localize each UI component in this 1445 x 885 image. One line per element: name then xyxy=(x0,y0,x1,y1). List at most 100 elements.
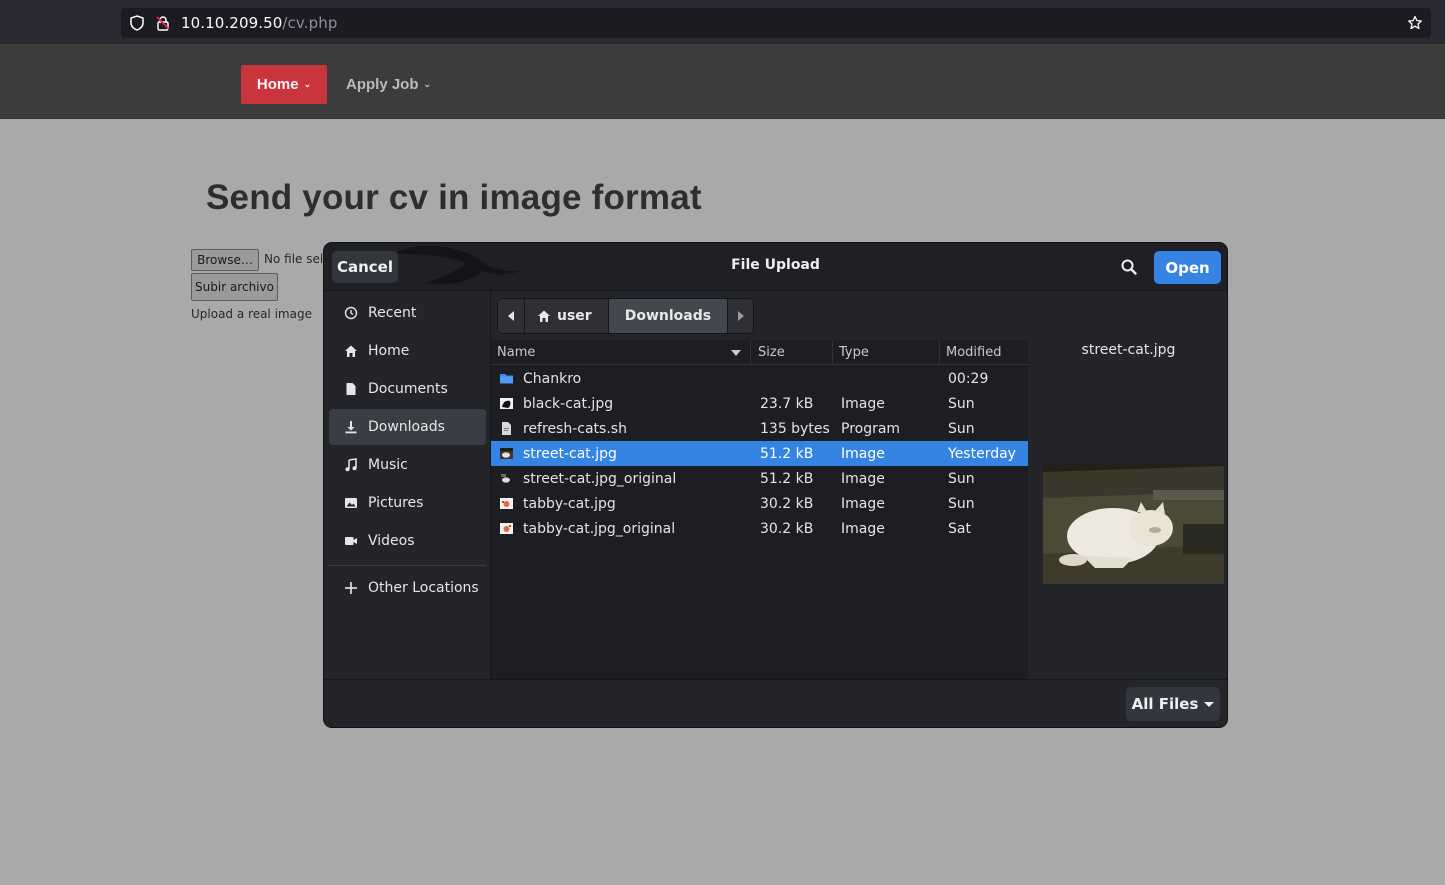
document-icon xyxy=(344,382,358,396)
file-modified: Sun xyxy=(948,495,975,512)
caret-down-icon xyxy=(1204,701,1215,707)
file-modified: 00:29 xyxy=(948,370,989,387)
file-name: street-cat.jpg xyxy=(523,445,617,462)
column-header-modified[interactable]: Modified xyxy=(946,340,1002,365)
sidebar-item-label: Downloads xyxy=(368,419,445,435)
sidebar-item-recent[interactable]: Recent xyxy=(329,295,486,331)
path-segment-downloads[interactable]: Downloads xyxy=(607,299,728,333)
image-thumb-icon xyxy=(499,471,514,486)
preview-pane: street-cat.jpg xyxy=(1028,340,1227,679)
sidebar-item-videos[interactable]: Videos xyxy=(329,523,486,559)
column-divider xyxy=(939,340,940,365)
column-divider xyxy=(750,340,751,365)
chevron-right-icon xyxy=(737,311,744,321)
sort-descending-icon[interactable] xyxy=(731,349,741,357)
sidebar-item-downloads[interactable]: Downloads xyxy=(329,409,486,445)
dialog-footer: All Files xyxy=(324,679,1227,727)
url-bar[interactable]: 10.10.209.50/cv.php xyxy=(121,8,1431,38)
file-row-black-cat[interactable]: black-cat.jpg 23.7 kB Image Sun xyxy=(491,391,1028,416)
column-header-size[interactable]: Size xyxy=(758,340,785,365)
sidebar-item-label: Videos xyxy=(368,533,415,549)
sidebar-item-pictures[interactable]: Pictures xyxy=(329,485,486,521)
search-icon[interactable] xyxy=(1117,255,1141,279)
chevron-left-icon xyxy=(508,311,514,321)
file-size: 23.7 kB xyxy=(760,395,814,412)
file-type: Image xyxy=(841,470,885,487)
sidebar-item-other-locations[interactable]: Other Locations xyxy=(329,570,486,606)
site-navbar: Home ⌄ Apply Job ⌄ xyxy=(0,44,1445,119)
nav-apply-job-dropdown[interactable]: Apply Job ⌄ xyxy=(346,65,431,104)
image-thumb-icon xyxy=(499,496,514,511)
path-back-arrow[interactable] xyxy=(498,299,524,333)
file-type: Program xyxy=(841,420,901,437)
chevron-down-icon: ⌄ xyxy=(303,79,312,89)
bookmark-star-icon[interactable] xyxy=(1407,15,1423,31)
folder-icon xyxy=(499,371,514,386)
dialog-title: File Upload xyxy=(731,257,820,273)
sidebar-item-music[interactable]: Music xyxy=(329,447,486,483)
file-name: refresh-cats.sh xyxy=(523,420,627,437)
file-upload-dialog: Cancel File Upload Open Recent Home Docu… xyxy=(323,242,1228,728)
clock-icon xyxy=(344,306,358,320)
sidebar-item-label: Documents xyxy=(368,381,448,397)
insecure-lock-icon[interactable] xyxy=(155,15,171,31)
sidebar-item-label: Other Locations xyxy=(368,580,479,596)
file-row-tabby-cat-original[interactable]: tabby-cat.jpg_original 30.2 kB Image Sat xyxy=(491,516,1028,541)
video-icon xyxy=(344,534,358,548)
file-name: street-cat.jpg_original xyxy=(523,470,677,487)
open-button[interactable]: Open xyxy=(1154,251,1221,284)
file-row-chankro[interactable]: Chankro 00:29 xyxy=(491,366,1028,391)
column-divider xyxy=(832,340,833,365)
music-icon xyxy=(344,458,358,472)
file-size: 135 bytes xyxy=(760,420,830,437)
file-row-tabby-cat[interactable]: tabby-cat.jpg 30.2 kB Image Sun xyxy=(491,491,1028,516)
upload-hint: Upload a real image xyxy=(191,307,312,321)
chevron-down-icon: ⌄ xyxy=(423,79,432,89)
file-filter-label: All Files xyxy=(1131,695,1199,713)
image-thumb-icon xyxy=(499,521,514,536)
url-host: 10.10.209.50 xyxy=(181,14,283,32)
script-file-icon xyxy=(499,421,514,436)
sidebar-item-label: Pictures xyxy=(368,495,424,511)
picture-icon xyxy=(344,496,358,510)
sidebar-item-home[interactable]: Home xyxy=(329,333,486,369)
path-bar: user Downloads xyxy=(497,298,755,334)
file-name: Chankro xyxy=(523,370,582,387)
page-title: Send your cv in image format xyxy=(206,178,702,217)
file-modified: Yesterday xyxy=(948,445,1016,462)
file-size: 30.2 kB xyxy=(760,520,814,537)
url-text[interactable]: 10.10.209.50/cv.php xyxy=(181,14,337,32)
file-size: 51.2 kB xyxy=(760,445,814,462)
column-header-type[interactable]: Type xyxy=(839,340,869,365)
url-path: /cv.php xyxy=(282,14,338,32)
browser-toolbar: 10.10.209.50/cv.php xyxy=(0,0,1445,44)
path-segment-label: Downloads xyxy=(624,308,712,324)
path-segment-label: user xyxy=(557,308,592,324)
no-file-label: No file selected. xyxy=(264,252,324,266)
file-modified: Sun xyxy=(948,420,975,437)
sidebar-item-documents[interactable]: Documents xyxy=(329,371,486,407)
file-list[interactable]: Name Size Type Modified Chankro 00:29 bl… xyxy=(491,340,1028,679)
home-icon xyxy=(344,344,358,358)
places-sidebar: Recent Home Documents Downloads Music Pi… xyxy=(324,291,491,679)
file-modified: Sun xyxy=(948,395,975,412)
shield-icon[interactable] xyxy=(129,15,145,31)
sidebar-item-label: Music xyxy=(368,457,408,473)
submit-upload-button[interactable]: Subir archivo xyxy=(191,273,278,301)
column-header-name[interactable]: Name xyxy=(497,340,536,365)
nav-home-dropdown[interactable]: Home ⌄ xyxy=(241,65,327,104)
file-row-refresh-cats[interactable]: refresh-cats.sh 135 bytes Program Sun xyxy=(491,416,1028,441)
file-row-street-cat-original[interactable]: street-cat.jpg_original 51.2 kB Image Su… xyxy=(491,466,1028,491)
cat-preview-image xyxy=(1043,464,1224,584)
path-segment-user[interactable]: user xyxy=(524,299,608,333)
download-icon xyxy=(344,420,358,434)
file-size: 51.2 kB xyxy=(760,470,814,487)
preview-filename: street-cat.jpg xyxy=(1081,342,1176,358)
file-row-street-cat[interactable]: street-cat.jpg 51.2 kB Image Yesterday xyxy=(491,441,1028,466)
path-forward-arrow[interactable] xyxy=(727,299,754,333)
home-icon xyxy=(537,309,551,323)
file-type: Image xyxy=(841,495,885,512)
file-filter-dropdown[interactable]: All Files xyxy=(1126,687,1220,721)
browse-button[interactable]: Browse… xyxy=(191,249,259,271)
file-type: Image xyxy=(841,520,885,537)
